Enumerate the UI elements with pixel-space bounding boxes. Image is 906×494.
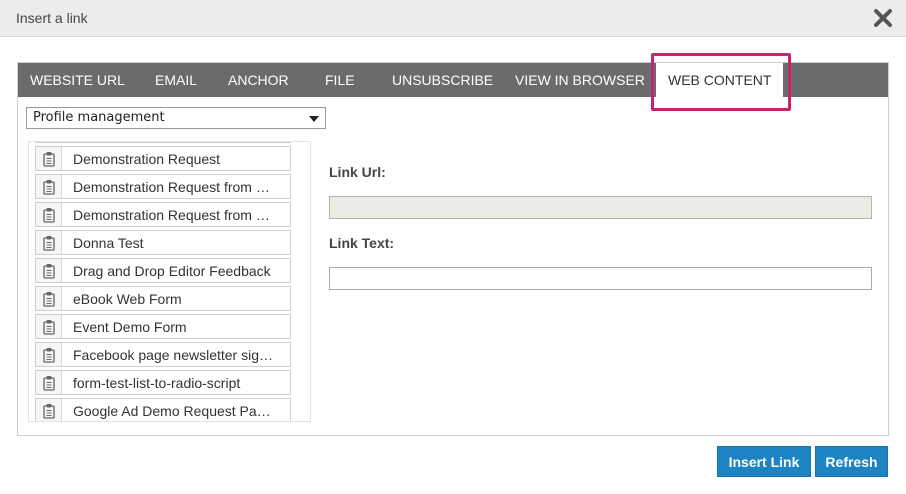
- list-item[interactable]: Event Demo Form: [35, 314, 291, 339]
- clipboard-icon: [36, 259, 62, 282]
- link-url-field[interactable]: [329, 196, 872, 219]
- chevron-down-icon: [309, 116, 319, 122]
- list-item[interactable]: eBook Web Form: [35, 286, 291, 311]
- clipboard-icon: [36, 175, 62, 198]
- list-item-label: Facebook page newsletter sig…: [73, 347, 273, 363]
- list-item-label: Demonstration Request: [73, 151, 221, 167]
- category-select-value: Profile management: [33, 110, 165, 125]
- link-url-input[interactable]: [330, 197, 871, 218]
- list-item-label: Demonstration Request from …: [73, 179, 270, 195]
- refresh-button[interactable]: Refresh: [815, 446, 888, 477]
- list-item[interactable]: Demonstration Request from …: [35, 202, 291, 227]
- list-item[interactable]: Demonstration Request from …: [35, 174, 291, 199]
- clipboard-icon: [36, 315, 62, 338]
- list-item-label: eBook Web Form: [73, 291, 182, 307]
- list-item[interactable]: Facebook page newsletter sig…: [35, 342, 291, 367]
- link-url-label: Link Url:: [329, 164, 386, 180]
- close-icon[interactable]: [872, 7, 894, 29]
- tab-website-url[interactable]: WEBSITE URL: [30, 63, 125, 97]
- tab-anchor[interactable]: ANCHOR: [228, 63, 289, 97]
- dialog-title: Insert a link: [16, 10, 88, 26]
- clipboard-icon: [36, 147, 62, 170]
- tab-email[interactable]: EMAIL: [155, 63, 197, 97]
- link-text-label: Link Text:: [329, 235, 395, 251]
- list-item[interactable]: Demonstration Request: [35, 146, 291, 171]
- tab-view-in-browser[interactable]: VIEW IN BROWSER: [515, 63, 645, 97]
- list-item-label: Google Ad Demo Request Pa…: [73, 403, 271, 419]
- clipboard-icon: [36, 203, 62, 226]
- link-panel: WEBSITE URL EMAIL ANCHOR FILE UNSUBSCRIB…: [17, 53, 889, 436]
- tab-web-content[interactable]: WEB CONTENT: [656, 63, 784, 97]
- list-item-label: Drag and Drop Editor Feedback: [73, 263, 271, 279]
- web-form-list[interactable]: Demonstration Request Demonstration Reque…: [28, 141, 311, 422]
- tab-bar: WEBSITE URL EMAIL ANCHOR FILE UNSUBSCRIB…: [18, 63, 888, 97]
- list-item[interactable]: Donna Test: [35, 230, 291, 255]
- list-item-label: Donna Test: [73, 235, 144, 251]
- dialog-titlebar: Insert a link: [0, 0, 906, 37]
- list-item[interactable]: form-test-list-to-radio-script: [35, 370, 291, 395]
- list-item-label: form-test-list-to-radio-script: [73, 375, 241, 391]
- list-item-label: Demonstration Request from …: [73, 207, 270, 223]
- link-text-input[interactable]: [330, 268, 871, 289]
- clipboard-icon: [36, 343, 62, 366]
- link-text-field[interactable]: [329, 267, 872, 290]
- insert-link-button[interactable]: Insert Link: [717, 446, 811, 477]
- category-select[interactable]: Profile management: [26, 107, 326, 129]
- list-item[interactable]: Drag and Drop Editor Feedback: [35, 258, 291, 283]
- clipboard-icon: [36, 231, 62, 254]
- list-item[interactable]: Google Ad Demo Request Pa…: [35, 398, 291, 421]
- clipboard-icon: [36, 141, 62, 142]
- list-item[interactable]: [35, 141, 291, 143]
- clipboard-icon: [36, 287, 62, 310]
- clipboard-icon: [36, 371, 62, 394]
- clipboard-icon: [36, 399, 62, 421]
- list-item-label: Event Demo Form: [73, 319, 187, 335]
- tab-unsubscribe[interactable]: UNSUBSCRIBE: [392, 63, 493, 97]
- tab-file[interactable]: FILE: [325, 63, 355, 97]
